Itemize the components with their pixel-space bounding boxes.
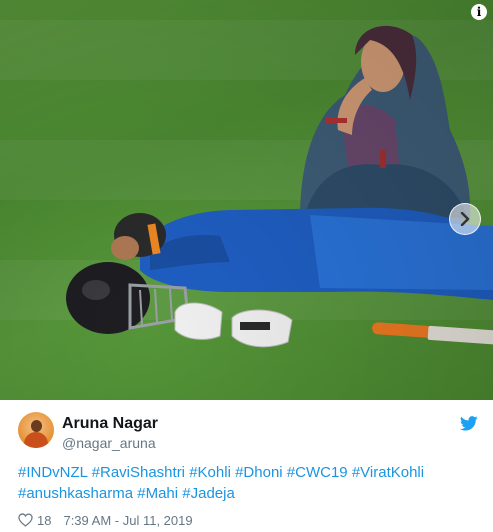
avatar[interactable] bbox=[18, 412, 54, 448]
info-icon[interactable]: i bbox=[471, 4, 487, 20]
tweet-card: i Aruna Nagar @nagar_aruna #INDvNZL #Rav… bbox=[0, 0, 493, 532]
hashtag-link[interactable]: #INDvNZL bbox=[18, 464, 87, 481]
hashtag-link[interactable]: #Jadeja bbox=[182, 485, 235, 502]
display-name[interactable]: Aruna Nagar bbox=[62, 414, 158, 434]
hashtag-link[interactable]: #Kohli bbox=[189, 464, 231, 481]
hashtag-link[interactable]: #Dhoni bbox=[235, 464, 283, 481]
hashtags-line-1: #INDvNZL #RaviShashtri #Kohli #Dhoni #CW… bbox=[18, 462, 478, 483]
tweet-meta: 18 7:39 AM - Jul 11, 2019 bbox=[18, 511, 193, 529]
author-block[interactable]: Aruna Nagar @nagar_aruna bbox=[62, 414, 158, 452]
timestamp-link[interactable]: 7:39 AM - Jul 11, 2019 bbox=[63, 513, 192, 528]
hashtags-line-2: #anushkasharma #Mahi #Jadeja bbox=[18, 483, 478, 504]
hashtag-link[interactable]: #anushkasharma bbox=[18, 485, 133, 502]
chevron-right-icon bbox=[460, 212, 470, 226]
twitter-bird-icon[interactable] bbox=[460, 416, 478, 431]
hashtag-link[interactable]: #RaviShashtri bbox=[92, 464, 185, 481]
tweet-media-image[interactable]: i bbox=[0, 0, 493, 400]
like-count[interactable]: 18 bbox=[37, 513, 51, 528]
carousel-next-button[interactable] bbox=[449, 203, 481, 235]
tweet-text: #INDvNZL #RaviShashtri #Kohli #Dhoni #CW… bbox=[18, 462, 478, 504]
tweet-header: Aruna Nagar @nagar_aruna bbox=[18, 410, 478, 454]
hashtag-link[interactable]: #ViratKohli bbox=[352, 464, 424, 481]
user-handle[interactable]: @nagar_aruna bbox=[62, 434, 158, 452]
hashtag-link[interactable]: #Mahi bbox=[137, 485, 178, 502]
heart-icon[interactable] bbox=[18, 513, 33, 527]
hashtag-link[interactable]: #CWC19 bbox=[287, 464, 348, 481]
